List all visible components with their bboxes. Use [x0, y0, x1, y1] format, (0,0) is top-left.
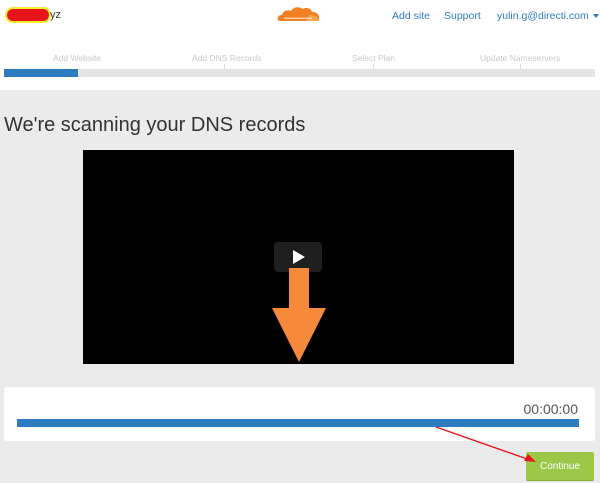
- support-link[interactable]: Support: [444, 10, 481, 22]
- add-site-link[interactable]: Add site: [392, 10, 430, 22]
- top-bar: yz Add site Support yulin.g@directi.com …: [0, 0, 600, 90]
- scan-progress-track: [17, 419, 579, 427]
- step-label-select-plan: Select Plan: [352, 53, 395, 63]
- continue-button[interactable]: Continue: [526, 452, 594, 480]
- play-icon: [293, 250, 305, 264]
- elapsed-time: 00:00:00: [523, 401, 579, 417]
- redaction-mark: [7, 9, 49, 22]
- annotation-down-arrow-icon: [272, 268, 326, 362]
- step-label-update-nameservers: Update Nameservers: [480, 53, 561, 63]
- site-name-suffix: yz: [50, 9, 61, 21]
- user-email: yulin.g@directi.com: [497, 10, 589, 22]
- steps-progress-track: [4, 69, 595, 77]
- page-title: We're scanning your DNS records: [4, 114, 306, 136]
- video-player[interactable]: [83, 150, 514, 364]
- scan-progress-fill: [17, 419, 579, 427]
- scan-progress-card: 00:00:00: [4, 387, 595, 441]
- cloudflare-logo[interactable]: [276, 4, 322, 24]
- steps-progress-fill: [4, 69, 78, 77]
- step-label-add-dns-records: Add DNS Records: [192, 53, 262, 63]
- step-label-add-website: Add Website: [53, 53, 102, 63]
- site-name: yz: [7, 9, 61, 22]
- chevron-down-icon: [592, 14, 599, 19]
- user-menu[interactable]: yulin.g@directi.com: [497, 10, 599, 22]
